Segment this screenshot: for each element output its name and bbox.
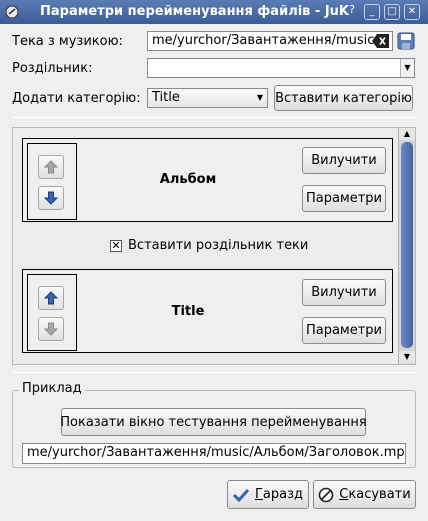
scroll-down-icon[interactable]: ▼ <box>399 351 415 363</box>
clear-text-icon[interactable] <box>372 33 390 49</box>
category-title: Альбом <box>159 172 217 187</box>
separator-label: Роздільник: <box>12 61 93 76</box>
remove-category-button[interactable]: Вилучити <box>302 279 386 306</box>
title-bar: Параметри перейменування файлів - JuK ? … <box>0 0 428 24</box>
save-folder-icon[interactable] <box>397 32 415 50</box>
category-item: Альбом Вилучити Параметри <box>22 138 393 222</box>
cancel-button[interactable]: Скасувати <box>313 480 416 509</box>
arrow-down-icon <box>44 322 58 336</box>
example-group-title: Приклад <box>19 381 85 396</box>
move-buttons-box <box>27 274 77 351</box>
move-up-button[interactable] <box>38 155 64 179</box>
category-item: Title Вилучити Параметри <box>22 269 393 353</box>
divider <box>12 117 416 118</box>
music-folder-label: Тека з музикою: <box>12 34 123 49</box>
category-options-button[interactable]: Параметри <box>302 185 386 212</box>
arrow-up-icon <box>44 160 58 174</box>
minimize-icon[interactable]: _ <box>364 4 380 20</box>
move-buttons-box <box>27 143 77 220</box>
remove-category-button[interactable]: Вилучити <box>302 147 386 174</box>
move-down-button[interactable] <box>38 317 64 341</box>
cancel-icon <box>318 487 334 502</box>
insert-folder-separator-label: Вставити роздільник теки <box>128 238 309 253</box>
move-down-button[interactable] <box>38 186 64 210</box>
close-icon[interactable]: ✕ <box>404 4 420 20</box>
juk-app-icon[interactable] <box>4 4 20 20</box>
add-category-combobox[interactable]: Title ▼ <box>147 88 268 108</box>
vertical-scrollbar[interactable]: ▲ ▼ <box>398 128 415 364</box>
insert-folder-separator-checkbox[interactable]: ✕ <box>110 240 122 252</box>
divider <box>12 372 416 373</box>
ok-button[interactable]: Гаразд <box>227 480 309 509</box>
show-test-window-button[interactable]: Показати вікно тестування перейменування <box>60 408 367 436</box>
chevron-down-icon: ▼ <box>256 93 264 102</box>
ok-label: Гаразд <box>254 487 304 502</box>
separator-combobox[interactable]: ▼ <box>147 58 415 78</box>
scroll-up-icon[interactable]: ▲ <box>399 128 415 140</box>
maximize-icon[interactable]: □ <box>384 4 400 20</box>
example-path-value: me/yurchor/Завантаження/music/Альбом/Заг… <box>27 445 406 460</box>
scrollbar-thumb[interactable] <box>401 142 413 348</box>
chevron-down-icon: ▼ <box>400 59 414 77</box>
add-category-label: Додати категорію: <box>12 91 141 106</box>
music-folder-value: me/yurchor/Завантаження/music <box>152 33 375 48</box>
arrow-up-icon <box>44 291 58 305</box>
window-title: Параметри перейменування файлів - JuK <box>40 4 350 19</box>
cancel-label: Скасувати <box>339 487 411 502</box>
help-icon[interactable]: ? <box>344 2 360 18</box>
add-category-value: Title <box>152 90 180 105</box>
move-up-button[interactable] <box>38 286 64 310</box>
arrow-down-icon <box>44 191 58 205</box>
category-options-button[interactable]: Параметри <box>302 317 386 344</box>
example-path-field: me/yurchor/Завантаження/music/Альбом/Заг… <box>22 443 406 464</box>
music-folder-input[interactable]: me/yurchor/Завантаження/music <box>147 31 393 51</box>
category-title: Title <box>171 304 205 319</box>
checkmark-icon <box>232 488 249 502</box>
insert-category-button[interactable]: Вставити категорію <box>274 85 413 111</box>
